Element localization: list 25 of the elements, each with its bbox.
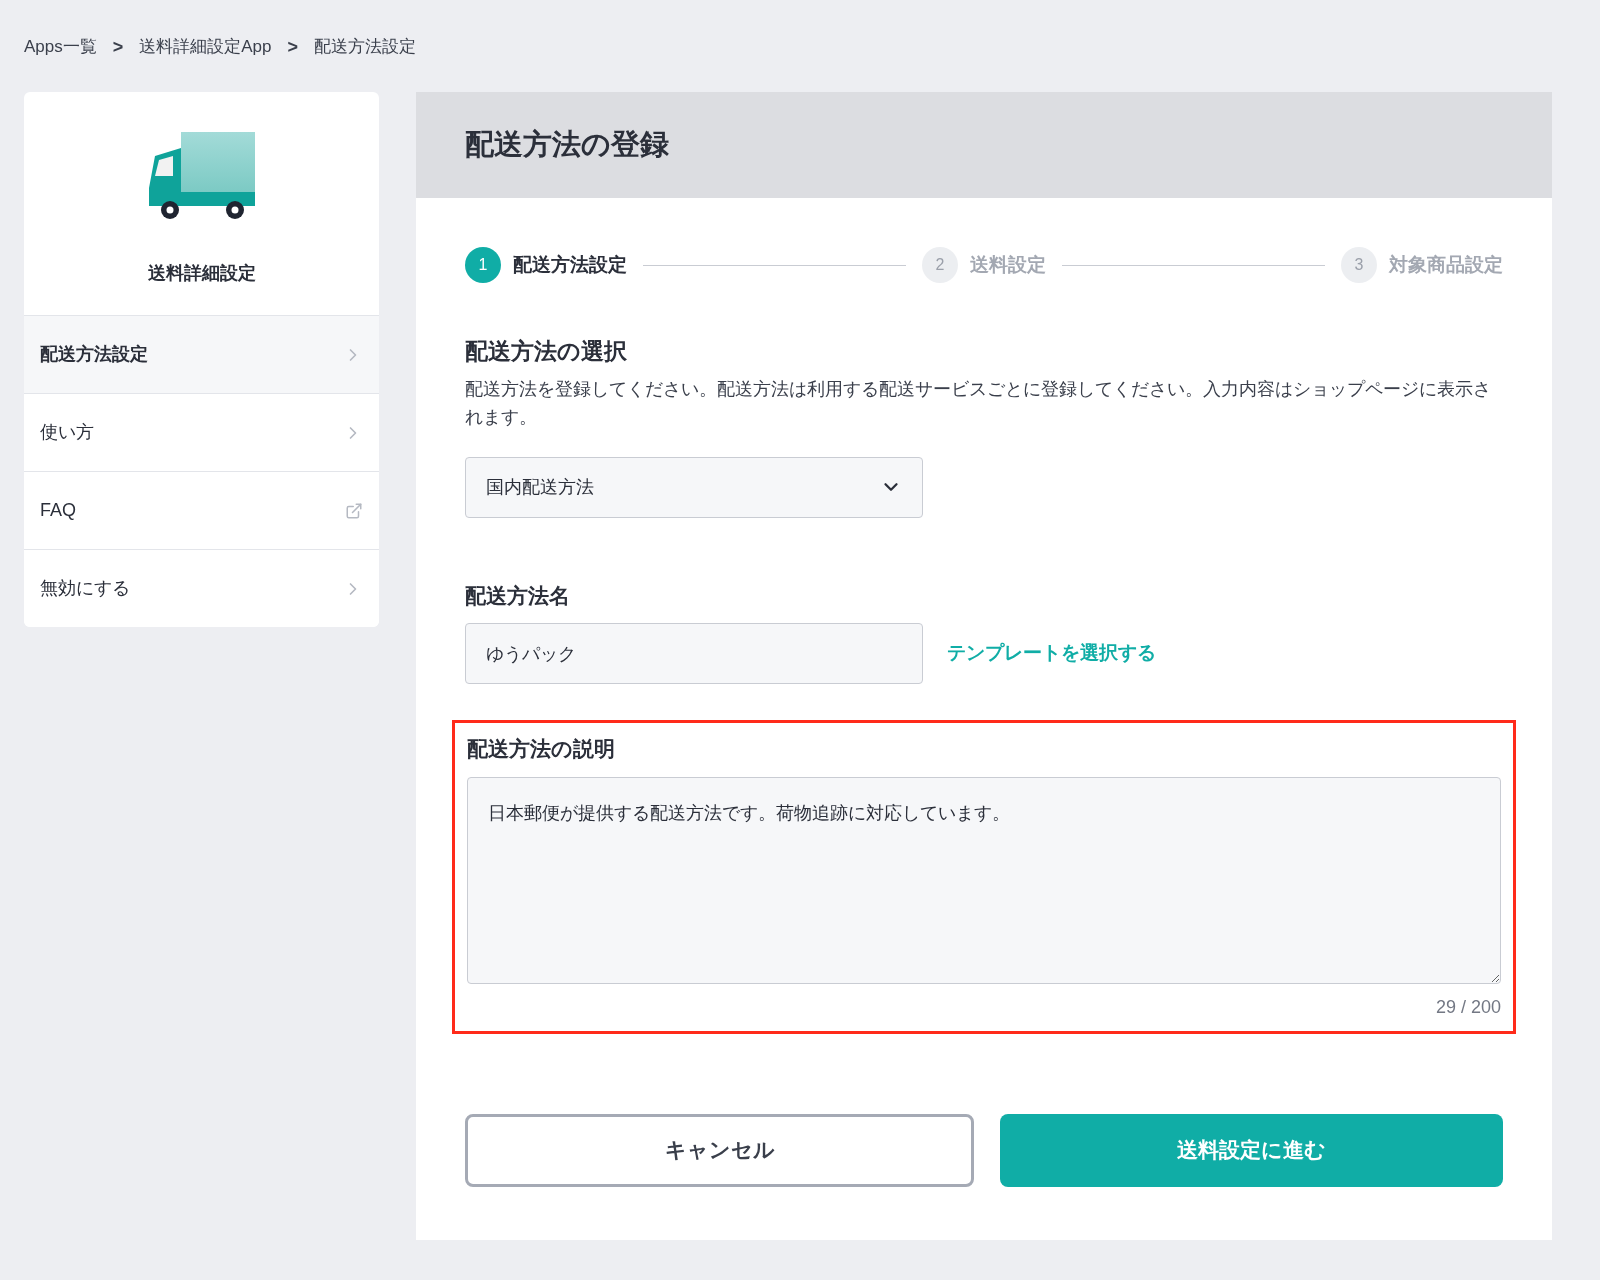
sidebar-item[interactable]: 配送方法設定 [24, 315, 379, 393]
app-name: 送料詳細設定 [147, 262, 256, 285]
character-counter: 29 / 200 [1435, 995, 1501, 1019]
breadcrumb-link[interactable]: 配送方法設定 [314, 34, 417, 60]
step-number: 1 [465, 247, 501, 283]
cancel-button[interactable]: キャンセル [465, 1113, 974, 1187]
method-select[interactable]: 国内配送方法 [465, 456, 923, 518]
panel-header: 配送方法の登録 [416, 92, 1552, 198]
highlight-frame: 配送方法の説明 日本郵便が提供する配送方法です。荷物追跡に対応しています。 29 / 200 [452, 720, 1516, 1034]
external-link-icon [345, 501, 363, 520]
step-number: 2 [922, 247, 958, 283]
sidebar-item[interactable]: 無効にする [24, 549, 379, 627]
breadcrumb-separator: > [287, 35, 299, 59]
breadcrumb-link[interactable]: 送料詳細設定App [139, 34, 272, 60]
breadcrumb-link[interactable]: Apps一覧 [24, 34, 97, 60]
breadcrumb-separator: > [112, 35, 124, 59]
truck-icon [146, 132, 257, 220]
description-text: 配送方法を登録してください。配送方法は利用する配送サービスごとに登録してください。入力内容はショップページに表示されます。 [465, 377, 1492, 429]
description-textarea[interactable]: 日本郵便が提供する配送方法です。荷物追跡に対応しています。 [467, 776, 1501, 984]
step-label: 対象商品設定 [1389, 252, 1503, 277]
step-number: 3 [1341, 247, 1377, 283]
step-label: 送料設定 [970, 252, 1046, 277]
step-label: 配送方法設定 [513, 252, 627, 277]
name-field[interactable]: ゆうパック [465, 623, 923, 684]
main-panel: 配送方法の登録 1 配送方法設定 2 送料設定 3 対象商品設定 配送方法の選択 配送方法を登録してください。配送方法は利用する配送サービスごとに登録してください。入力内容はショップページに表示されます。 国内配送方法 配送方法名 ゆうパック テンプレートを選択する 配送方法の説明 日本郵便が提供する配送方法です。荷物追跡に対応しています。 29 / 200 キャンセル 送料設定に進む [416, 92, 1552, 1240]
